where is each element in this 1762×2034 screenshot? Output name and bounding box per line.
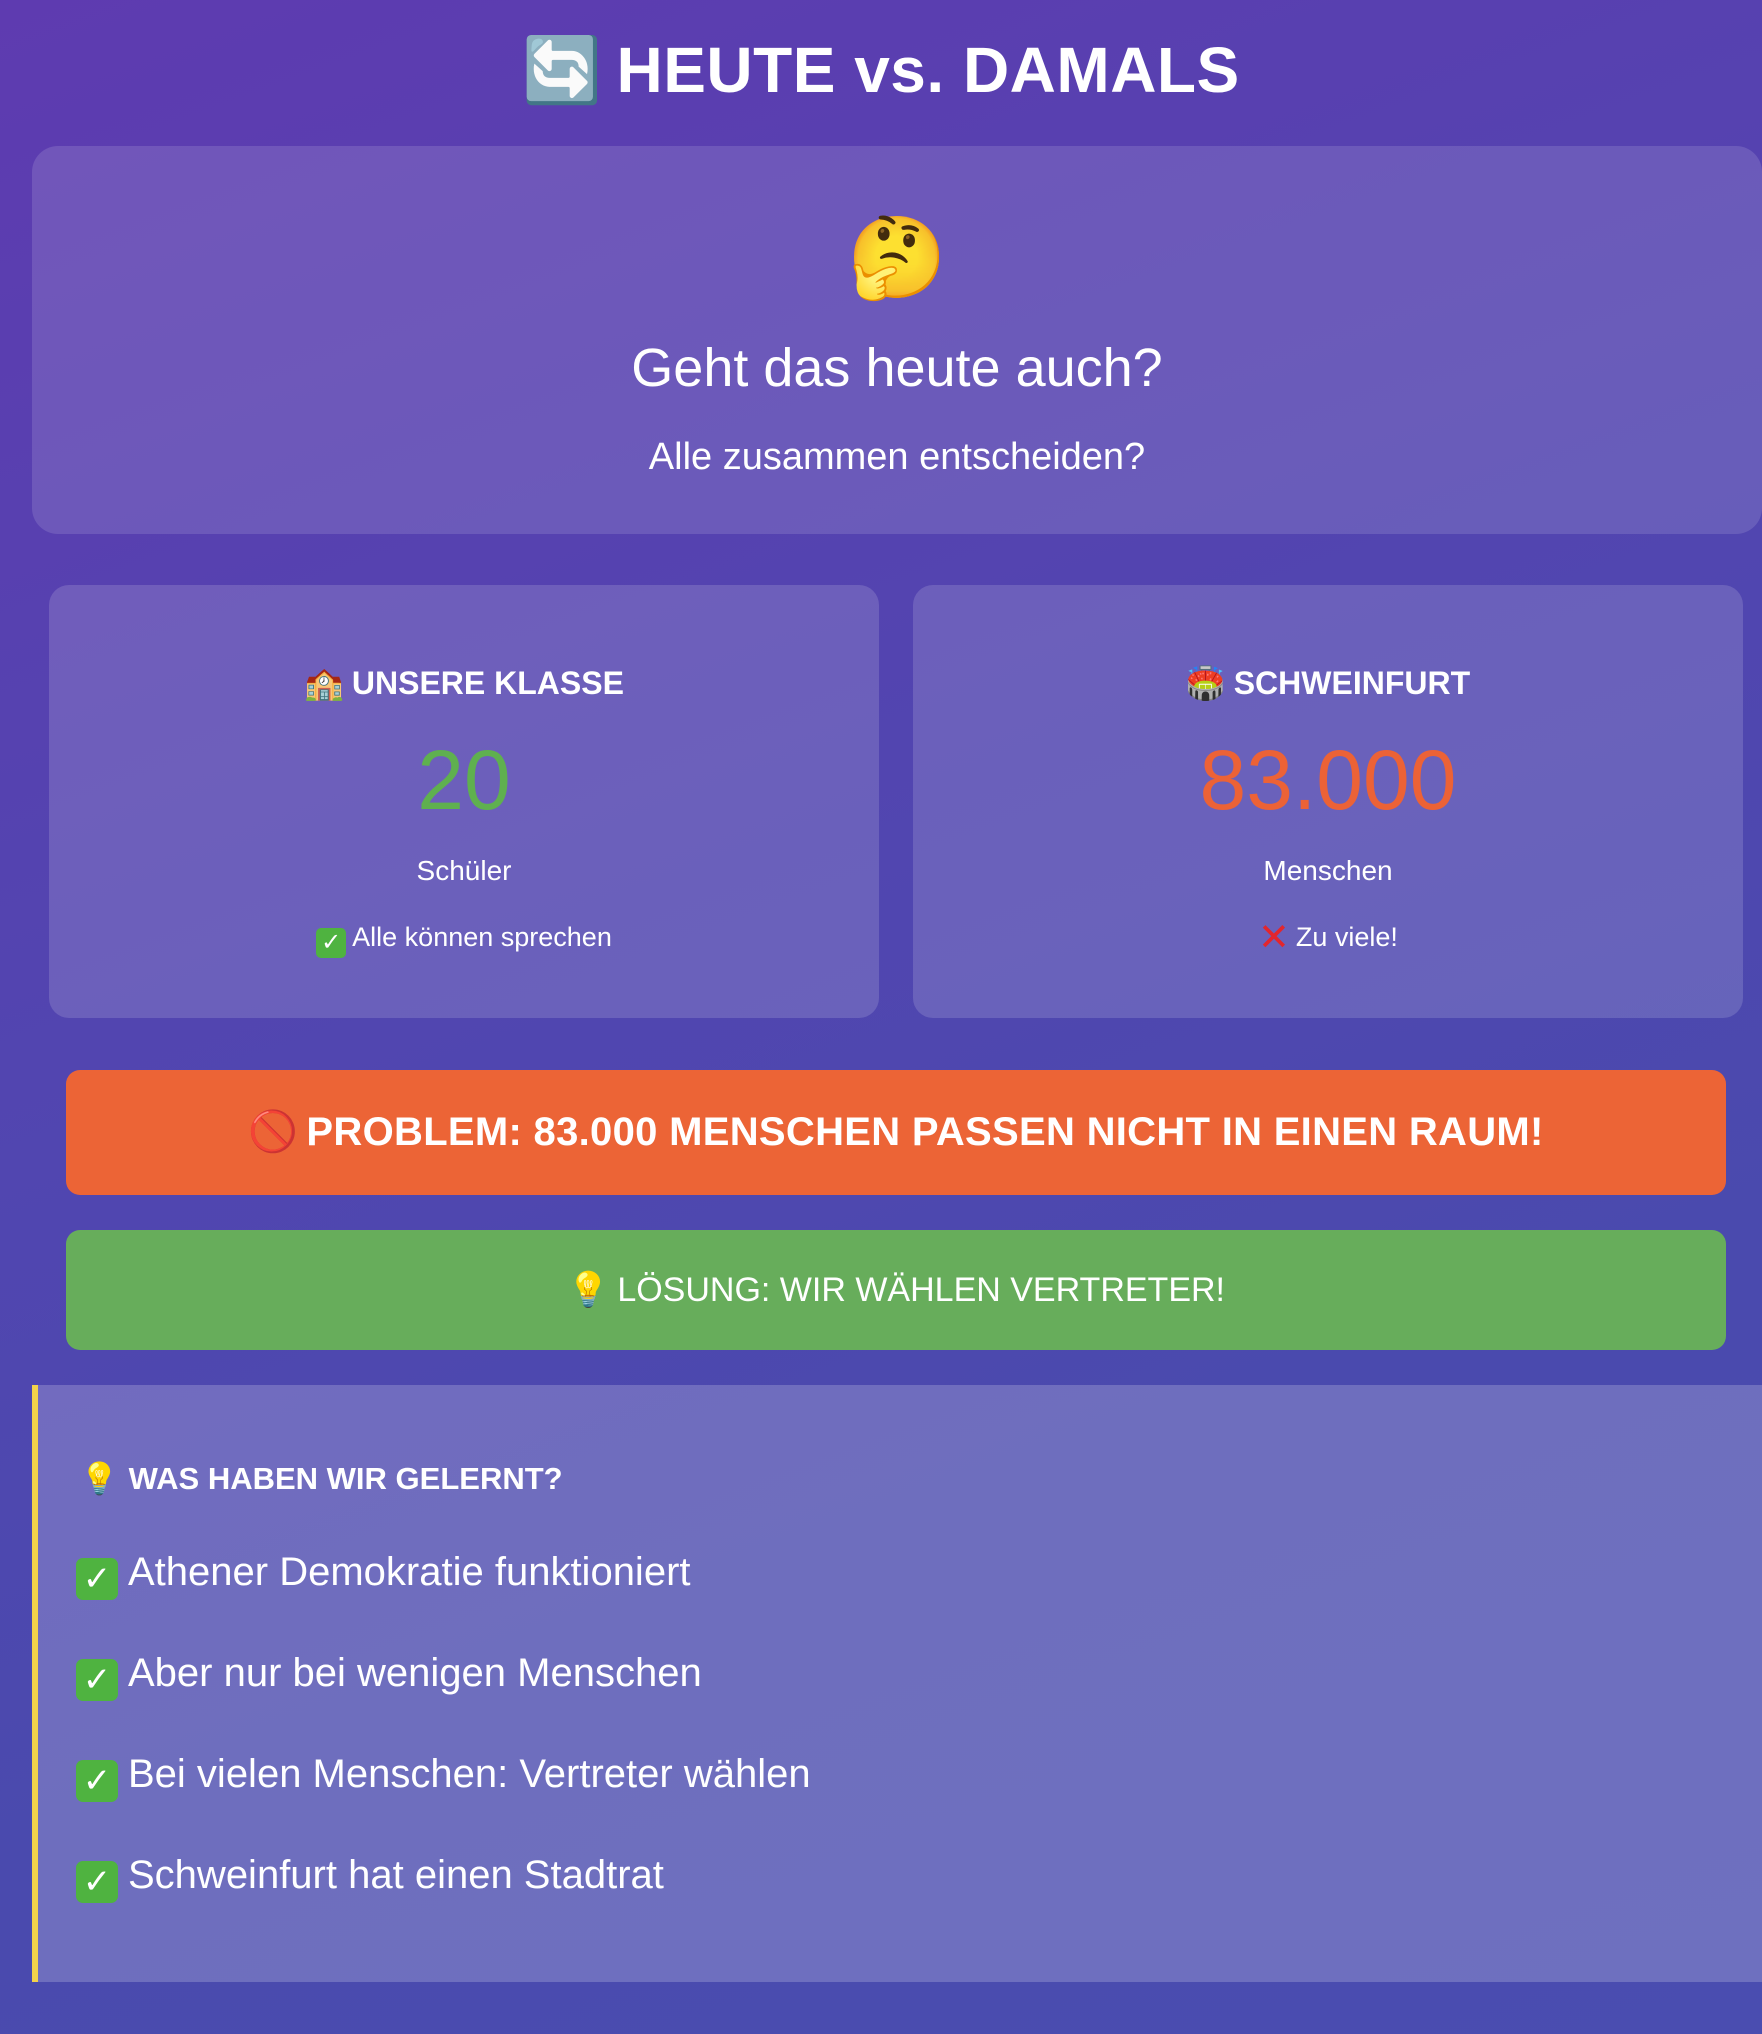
learned-summary: 💡 WAS HABEN WIR GELERNT? ✓ Athener Demokra… (32, 1385, 1762, 1982)
city-card-title-text: SCHWEINFURT (1233, 665, 1471, 701)
class-note-text: Alle können sprechen (352, 922, 612, 952)
check-icon: ✓ (76, 1760, 118, 1802)
list-item-text: Aber nur bei wenigen Menschen (128, 1651, 702, 1695)
refresh-icon: 🔄 (522, 34, 603, 106)
check-icon: ✓ (76, 1659, 118, 1701)
question-card: 🤔 Geht das heute auch? Alle zusammen ent… (32, 146, 1762, 534)
cross-icon: ✕ (1258, 917, 1290, 959)
list-item: ✓ Aber nur bei wenigen Menschen (76, 1648, 811, 1701)
list-item: ✓ Bei vielen Menschen: Vertreter wählen (76, 1749, 811, 1802)
thinking-face-icon: 🤔 (847, 213, 947, 302)
solution-banner: 💡 LÖSUNG: WIR WÄHLEN VERTRETER! (66, 1230, 1726, 1350)
class-card-title: 🏫 UNSERE KLASSE (49, 663, 879, 703)
class-stat-card: 🏫 UNSERE KLASSE 20 Schüler ✓ Alle können s… (49, 585, 879, 1018)
check-icon: ✓ (316, 928, 347, 958)
question-subtitle: Alle zusammen entscheiden? (648, 436, 1146, 478)
lightbulb-icon: 💡 (80, 1461, 119, 1496)
list-item: ✓ Athener Demokratie funktioniert (76, 1547, 811, 1600)
learned-title: 💡 WAS HABEN WIR GELERNT? (80, 1459, 563, 1499)
school-icon: 🏫 (304, 665, 344, 701)
class-note: ✓ Alle können sprechen (49, 919, 879, 958)
prohibited-icon: 🚫 (248, 1110, 299, 1154)
learned-list: ✓ Athener Demokratie funktioniert ✓ Aber n… (76, 1547, 811, 1951)
solution-text: LÖSUNG: WIR WÄHLEN VERTRETER! (617, 1271, 1225, 1309)
city-note-text: Zu viele! (1295, 922, 1398, 952)
problem-banner: 🚫 PROBLEM: 83.000 MENSCHEN PASSEN NICHT I… (66, 1070, 1726, 1195)
class-unit: Schüler (416, 855, 512, 886)
city-stat-card: 🏟️ SCHWEINFURT 83.000 Menschen ✕ Zu viele! (913, 585, 1743, 1018)
class-card-title-text: UNSERE KLASSE (351, 665, 624, 701)
page-title: 🔄 HEUTE vs. DAMALS (0, 30, 1762, 110)
list-item-text: Bei vielen Menschen: Vertreter wählen (128, 1752, 811, 1796)
list-item: ✓ Schweinfurt hat einen Stadtrat (76, 1850, 811, 1903)
question-title: Geht das heute auch? (631, 338, 1163, 398)
stadium-icon: 🏟️ (1185, 665, 1226, 701)
city-unit: Menschen (1263, 855, 1393, 886)
city-card-title: 🏟️ SCHWEINFURT (913, 663, 1743, 703)
list-item-text: Schweinfurt hat einen Stadtrat (128, 1853, 664, 1897)
page-title-text: HEUTE vs. DAMALS (616, 34, 1240, 106)
lightbulb-icon: 💡 (566, 1271, 610, 1309)
city-note: ✕ Zu viele! (913, 917, 1743, 959)
city-count: 83.000 (1199, 733, 1457, 827)
learned-title-text: WAS HABEN WIR GELERNT? (128, 1461, 563, 1496)
class-count: 20 (417, 733, 511, 827)
list-item-text: Athener Demokratie funktioniert (128, 1550, 691, 1594)
check-icon: ✓ (76, 1861, 118, 1903)
problem-text: PROBLEM: 83.000 MENSCHEN PASSEN NICHT IN… (306, 1110, 1544, 1154)
check-icon: ✓ (76, 1558, 118, 1600)
